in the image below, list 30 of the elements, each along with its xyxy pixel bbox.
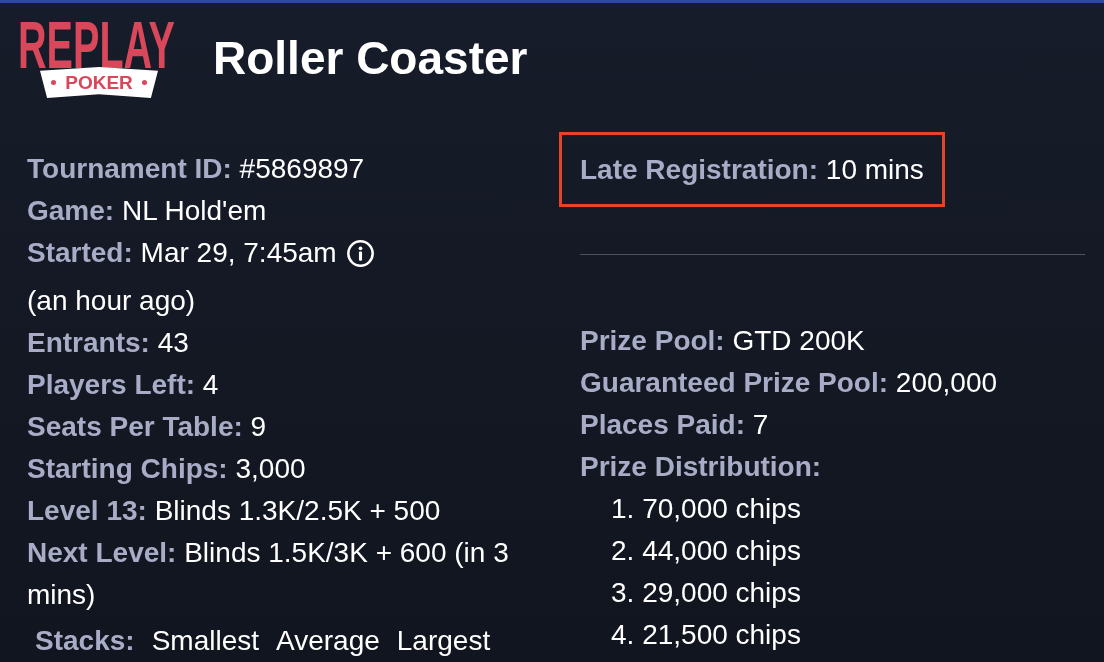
detail-line: Places Paid: 7 xyxy=(580,408,770,442)
detail-line: Tournament ID: #5869897 xyxy=(27,152,366,186)
detail-line: Players Left: 4 xyxy=(27,368,220,402)
column-header: Smallest xyxy=(150,624,260,658)
prize-item: 4. 21,500 chips xyxy=(611,619,801,650)
detail-line: Prize Pool: GTD 200K xyxy=(580,324,866,358)
prize-item: 2. 44,000 chips xyxy=(611,535,801,566)
detail-line: Guaranteed Prize Pool: 200,000 xyxy=(580,366,999,400)
prize-item: 3. 29,000 chips xyxy=(611,577,801,608)
stacks-label: Stacks: xyxy=(34,624,136,658)
detail-label: Started: xyxy=(27,237,133,268)
tournament-title: Roller Coaster xyxy=(213,31,528,87)
detail-line: Entrants: 43 xyxy=(27,326,190,360)
detail-note: (an hour ago) xyxy=(27,284,196,318)
info-icon[interactable] xyxy=(347,240,375,267)
ribbon-text: POKER xyxy=(65,73,133,92)
column-header: Average xyxy=(275,624,381,658)
dot-icon xyxy=(51,80,57,85)
detail-value: Mar 29, 7:45am xyxy=(140,237,337,268)
detail-line: Starting Chips: 3,000 xyxy=(27,452,307,486)
detail-line: Late Registration: 10 mins xyxy=(580,152,924,187)
detail-line: Seats Per Table: 9 xyxy=(27,410,268,444)
prize-item: 1. 70,000 chips xyxy=(611,493,801,524)
detail-line: Level 13: Blinds 1.3K/2.5K + 500 xyxy=(27,494,442,528)
detail-line: Game: NL Hold'em xyxy=(27,194,268,228)
detail-line: Next Level: Blinds 1.5K/3K + 600 (in 3 mins) xyxy=(27,536,510,612)
detail-label: Prize Distribution: xyxy=(580,451,822,482)
logo-wordmark: REPLAY xyxy=(18,20,175,70)
dot-icon xyxy=(141,80,147,85)
column-header: Largest xyxy=(395,624,492,658)
